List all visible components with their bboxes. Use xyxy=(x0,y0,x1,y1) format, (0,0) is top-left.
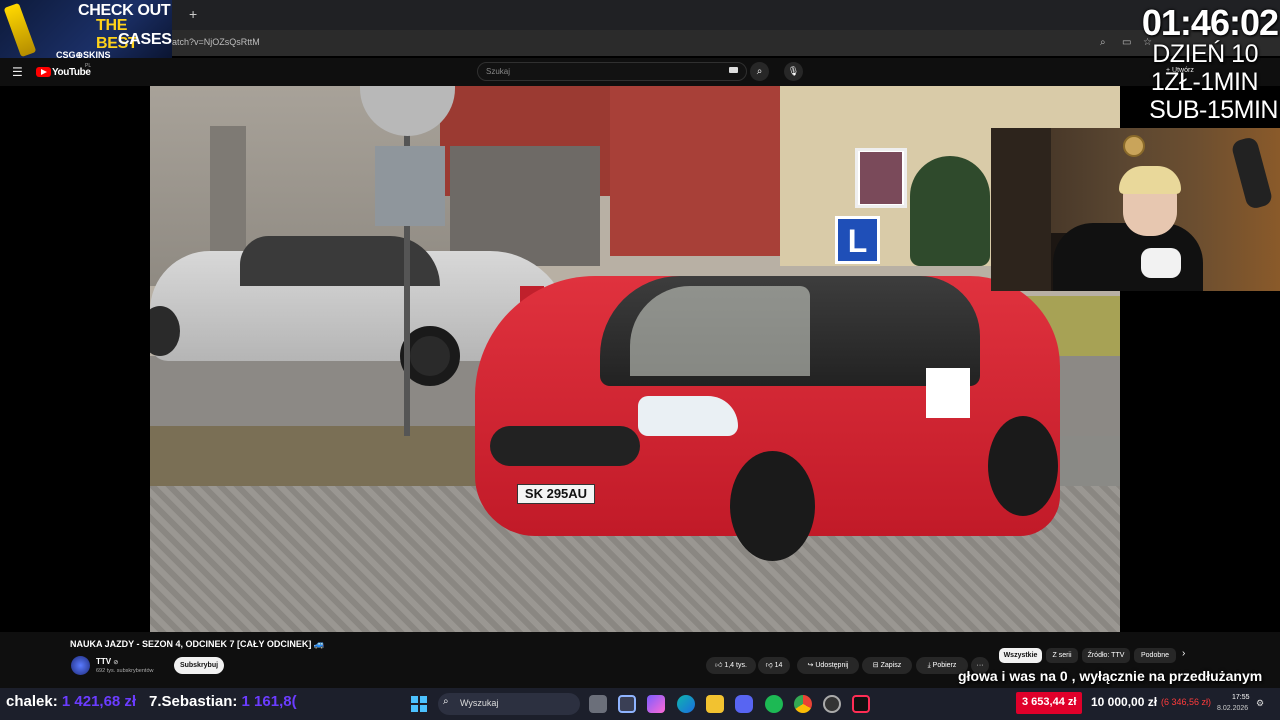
task-view-icon[interactable] xyxy=(589,695,607,713)
red-car-front-wheel xyxy=(730,451,815,561)
keyboard-icon[interactable] xyxy=(729,67,738,73)
chip-from-source[interactable]: Źródło: TTV xyxy=(1082,648,1130,663)
donation-total: 3 653,44 zł xyxy=(1022,696,1077,708)
new-tab-button[interactable]: + xyxy=(189,6,197,22)
napkin xyxy=(1141,248,1181,278)
driving-school-sticker xyxy=(926,368,970,418)
search-icon: ⌕ xyxy=(443,696,449,707)
stream-timer: 01:46:02 xyxy=(1141,2,1279,43)
red-brick-building xyxy=(610,86,780,256)
share-icon: ↪ xyxy=(807,662,814,669)
search-button[interactable]: ⌕ xyxy=(750,62,769,81)
chrome-icon[interactable] xyxy=(794,695,812,713)
red-car-headlight xyxy=(638,396,738,436)
donation-remaining: (6 346,56 zł) xyxy=(1161,697,1212,707)
verified-icon: ⊘ xyxy=(113,660,119,666)
like-button[interactable]: 👍︎ 1,4 tys. xyxy=(706,657,756,674)
video-title: NAUKA JAZDY - SEZON 4, ODCINEK 7 [CAŁY O… xyxy=(70,639,326,649)
red-car-grille xyxy=(490,426,640,466)
region-code: PL xyxy=(85,63,92,69)
store-icon[interactable] xyxy=(618,695,636,713)
webcam-feed xyxy=(991,128,1280,291)
channel-avatar[interactable] xyxy=(71,656,90,675)
dark-wall xyxy=(991,128,1051,291)
play-triangle-icon xyxy=(41,69,47,75)
mic-icon: 🎙 xyxy=(787,66,800,76)
promo-line-3: CASES xyxy=(118,31,172,48)
thumbs-down-icon: 👎︎ xyxy=(765,662,773,669)
rate-donation: 1ZŁ-1MIN xyxy=(1150,68,1259,96)
learner-roof-sign: L xyxy=(835,216,880,264)
hamburger-menu-icon[interactable]: ☰ xyxy=(12,65,23,79)
red-car-rear-wheel xyxy=(988,416,1058,516)
tree xyxy=(910,156,990,266)
search-icon: ⌕ xyxy=(756,66,763,77)
download-icon: ⤓ xyxy=(927,662,931,669)
url-text[interactable]: atch?v=NjOZsQsRttM xyxy=(172,37,260,47)
zoom-icon[interactable]: ⌕ xyxy=(1100,37,1106,48)
file-explorer-icon[interactable] xyxy=(706,695,724,713)
share-button[interactable]: ↪ Udostępnij xyxy=(797,657,859,674)
silver-car-windows xyxy=(240,236,440,286)
chevron-right-icon[interactable]: › xyxy=(1182,648,1185,659)
save-icon: ⊟ xyxy=(872,662,879,669)
windshield-reflection xyxy=(630,286,810,376)
clock-date[interactable]: 8.02.2026 xyxy=(1217,705,1248,712)
sign-pole xyxy=(404,86,410,436)
notification-icon[interactable]: ⚙ xyxy=(1256,698,1264,709)
discord-icon[interactable] xyxy=(735,695,753,713)
chip-all[interactable]: Wszystkie xyxy=(999,648,1042,663)
speech-subtitle: głowa i was na 0 , wyłącznie na przedłuż… xyxy=(958,668,1263,684)
tiktok-icon[interactable] xyxy=(852,695,870,713)
dark-doorway xyxy=(450,146,600,266)
obs-icon[interactable] xyxy=(823,695,841,713)
video-player[interactable]: L SK 295AU xyxy=(150,86,1120,632)
edge-icon[interactable] xyxy=(677,695,695,713)
rate-subscription: SUB-15MIN xyxy=(1149,96,1278,124)
dislike-button[interactable]: 👎︎ 14 xyxy=(758,657,790,674)
donor-ticker-1: chalek: 1 421,68 zł xyxy=(6,693,137,710)
subscriber-count: 692 tys. subskrybentów xyxy=(96,668,154,674)
thumbs-up-icon: 👍︎ xyxy=(715,662,723,669)
streamer-hair xyxy=(1119,166,1181,194)
chip-related[interactable]: Podobne xyxy=(1134,648,1176,663)
stream-day: DZIEŃ 10 xyxy=(1152,40,1258,68)
windows-start-icon[interactable] xyxy=(411,696,427,712)
knife-icon xyxy=(3,2,37,58)
channel-name[interactable]: TTV ⊘ xyxy=(96,657,118,666)
save-button[interactable]: ⊟ Zapisz xyxy=(862,657,912,674)
taskbar-search-input[interactable]: Wyszukaj xyxy=(438,693,580,715)
microphone-icon xyxy=(1230,135,1274,211)
voice-search-button[interactable]: 🎙 xyxy=(784,62,803,81)
search-input[interactable]: Szukaj xyxy=(477,62,747,81)
clock-time[interactable]: 17:55 xyxy=(1232,694,1250,701)
promo-banner[interactable]: CHECK OUT THE BEST CASES CSG⊕SKINS xyxy=(0,0,172,60)
window-curtain xyxy=(860,152,902,204)
donation-goal: 10 000,00 zł xyxy=(1091,695,1158,709)
license-plate: SK 295AU xyxy=(517,484,595,504)
subscribe-button[interactable]: Subskrybuj xyxy=(174,657,224,674)
wall-clock-icon xyxy=(1123,135,1145,157)
spotify-icon[interactable] xyxy=(765,695,783,713)
donor-ticker-2: 7.Sebastian: 1 161,8( xyxy=(149,693,297,710)
chip-from-series[interactable]: Z serii xyxy=(1046,648,1078,663)
info-sign xyxy=(375,146,445,226)
copilot-icon[interactable] xyxy=(647,695,665,713)
